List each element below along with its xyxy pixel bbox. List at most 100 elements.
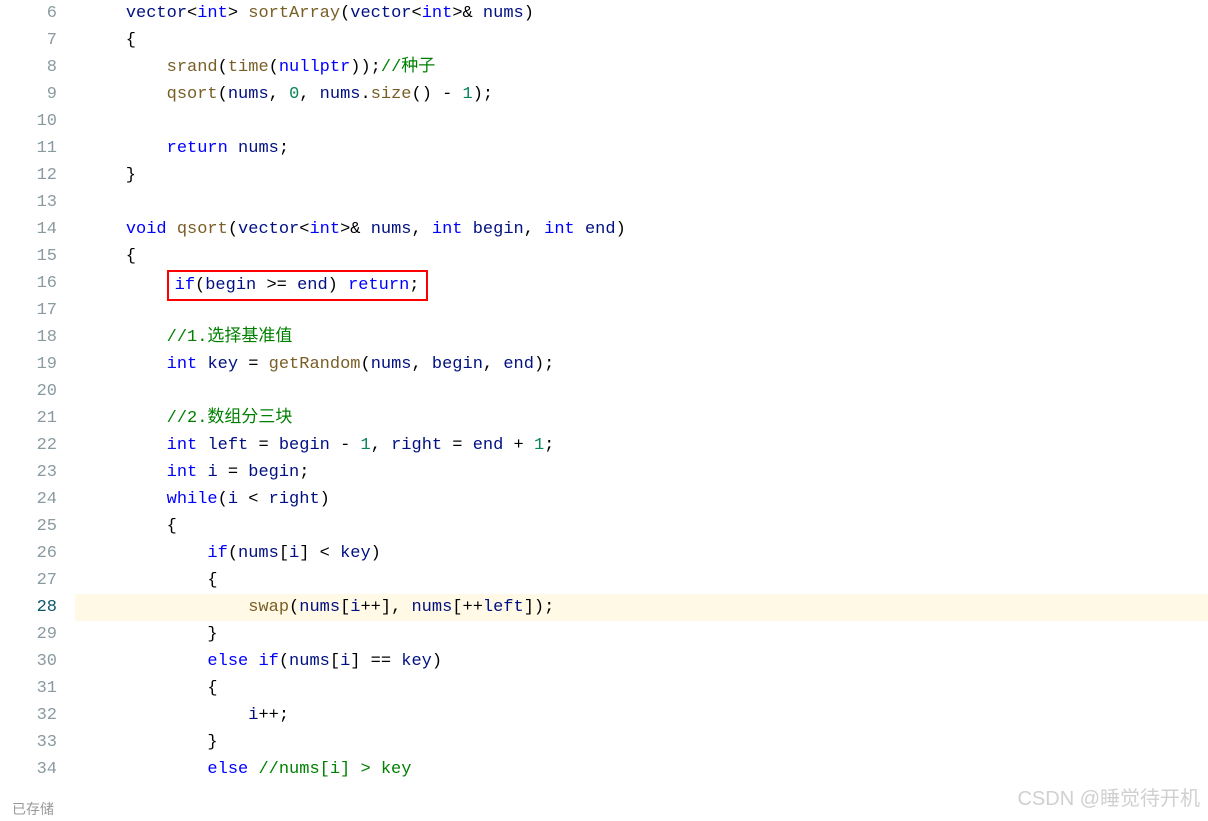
token: ] <: [299, 544, 340, 563]
token: [197, 436, 207, 455]
code-line[interactable]: }: [75, 621, 1208, 648]
code-line[interactable]: {: [75, 243, 1208, 270]
code-line[interactable]: }: [75, 729, 1208, 756]
code-line[interactable]: srand(time(nullptr));//种子: [75, 54, 1208, 81]
token: [85, 58, 167, 77]
line-number: 17: [0, 297, 57, 324]
code-line[interactable]: int left = begin - 1, right = end + 1;: [75, 432, 1208, 459]
token: =: [248, 436, 279, 455]
token: }: [85, 625, 218, 644]
line-number: 25: [0, 513, 57, 540]
code-line[interactable]: [75, 108, 1208, 135]
line-number: 30: [0, 648, 57, 675]
code-area[interactable]: vector<int> sortArray(vector<int>& nums)…: [75, 0, 1208, 821]
token: 0: [289, 85, 299, 104]
line-number: 14: [0, 216, 57, 243]
token: ++;: [258, 706, 289, 725]
token: ]);: [524, 598, 555, 617]
code-line[interactable]: int i = begin;: [75, 459, 1208, 486]
token: left: [207, 436, 248, 455]
code-line[interactable]: {: [75, 513, 1208, 540]
token: -: [330, 436, 361, 455]
token: [: [340, 598, 350, 617]
code-line[interactable]: swap(nums[i++], nums[++left]);: [75, 594, 1208, 621]
code-line[interactable]: //1.选择基准值: [75, 324, 1208, 351]
code-line[interactable]: [75, 378, 1208, 405]
code-line[interactable]: vector<int> sortArray(vector<int>& nums): [75, 0, 1208, 27]
line-number: 31: [0, 675, 57, 702]
code-line[interactable]: {: [75, 675, 1208, 702]
token: nums: [299, 598, 340, 617]
code-editor[interactable]: 6789101112131415161718192021222324252627…: [0, 0, 1208, 821]
code-line[interactable]: else if(nums[i] == key): [75, 648, 1208, 675]
code-line[interactable]: void qsort(vector<int>& nums, int begin,…: [75, 216, 1208, 243]
line-number: 18: [0, 324, 57, 351]
line-number: 22: [0, 432, 57, 459]
token: key: [340, 544, 371, 563]
token: nullptr: [279, 58, 350, 77]
token: ,: [483, 355, 503, 374]
token: int: [167, 463, 198, 482]
token: [228, 139, 238, 158]
token: 1: [534, 436, 544, 455]
token: int: [309, 220, 340, 239]
token: end: [503, 355, 534, 374]
token: nums: [289, 652, 330, 671]
line-number: 27: [0, 567, 57, 594]
code-line[interactable]: {: [75, 567, 1208, 594]
token: <: [187, 4, 197, 23]
token: [++: [452, 598, 483, 617]
code-line[interactable]: [75, 189, 1208, 216]
code-line[interactable]: //2.数组分三块: [75, 405, 1208, 432]
line-number: 15: [0, 243, 57, 270]
line-number: 19: [0, 351, 57, 378]
token: >=: [256, 276, 297, 295]
code-line[interactable]: qsort(nums, 0, nums.size() - 1);: [75, 81, 1208, 108]
token: int: [432, 220, 463, 239]
token: (: [360, 355, 370, 374]
token: [85, 706, 248, 725]
code-line[interactable]: [75, 297, 1208, 324]
token: right: [391, 436, 442, 455]
token: end: [585, 220, 616, 239]
token: ): [524, 4, 534, 23]
token: //nums[i] > key: [258, 760, 411, 779]
token: (: [195, 276, 205, 295]
code-line[interactable]: i++;: [75, 702, 1208, 729]
code-line[interactable]: int key = getRandom(nums, begin, end);: [75, 351, 1208, 378]
code-line[interactable]: }: [75, 162, 1208, 189]
token: [85, 328, 167, 347]
token: nums: [483, 4, 524, 23]
token: [167, 220, 177, 239]
token: );: [534, 355, 554, 374]
token: <: [412, 4, 422, 23]
token: {: [85, 31, 136, 50]
line-number: 13: [0, 189, 57, 216]
line-number: 28: [0, 594, 57, 621]
token: ): [432, 652, 442, 671]
token: );: [473, 85, 493, 104]
token: nums: [371, 355, 412, 374]
line-number: 7: [0, 27, 57, 54]
token: end: [297, 276, 328, 295]
token: sortArray: [248, 4, 340, 23]
code-line[interactable]: if(begin >= end) return;: [75, 270, 1208, 297]
token: >: [228, 4, 248, 23]
code-line[interactable]: if(nums[i] < key): [75, 540, 1208, 567]
code-line[interactable]: while(i < right): [75, 486, 1208, 513]
token: ++],: [360, 598, 411, 617]
token: ,: [269, 85, 289, 104]
token: 1: [463, 85, 473, 104]
line-number: 6: [0, 0, 57, 27]
token: ));: [350, 58, 381, 77]
token: (: [218, 58, 228, 77]
token: int: [167, 355, 198, 374]
code-line[interactable]: else //nums[i] > key: [75, 756, 1208, 783]
line-number: 32: [0, 702, 57, 729]
code-line[interactable]: return nums;: [75, 135, 1208, 162]
token: +: [503, 436, 534, 455]
token: ): [371, 544, 381, 563]
token: [85, 598, 248, 617]
code-line[interactable]: {: [75, 27, 1208, 54]
token: return: [167, 139, 228, 158]
